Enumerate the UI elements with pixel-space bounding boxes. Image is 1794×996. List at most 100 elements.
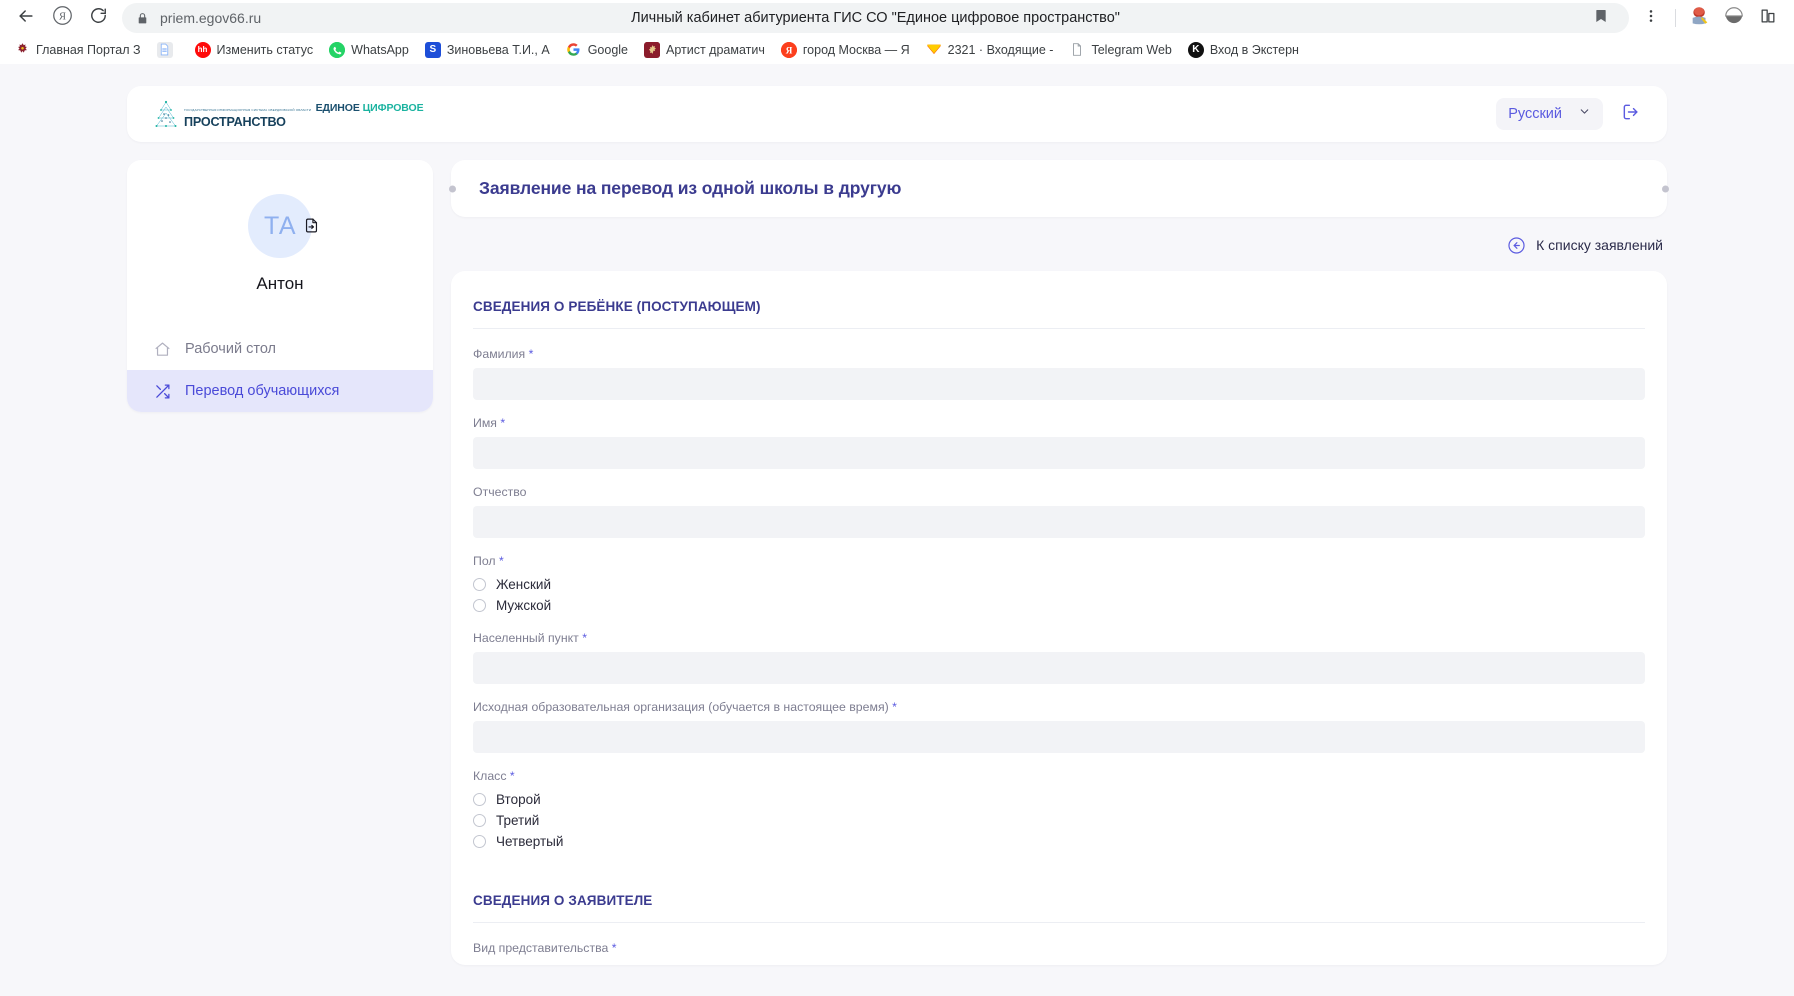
bookmark-label: Изменить статус — [216, 42, 314, 57]
bookmark-label: Главная Портал З — [36, 42, 141, 57]
toolbar-divider — [1675, 9, 1676, 27]
page-title: Заявление на перевод из одной школы в др… — [479, 178, 902, 198]
page-title-card: Заявление на перевод из одной школы в др… — [449, 160, 1669, 217]
sidebar-item-label: Перевод обучающихся — [185, 383, 340, 399]
field-firstname: Имя * — [473, 416, 1645, 469]
radio-option-grade-4[interactable]: Четвертый — [473, 832, 1645, 851]
telegram-icon — [1069, 41, 1086, 58]
carousel-dot-right — [1662, 185, 1669, 192]
back-to-list-link[interactable]: К списку заявлений — [451, 217, 1667, 255]
bookmark-item[interactable]: Я город Москва — Я — [773, 39, 918, 61]
logo-line1-a: ЕДИНОЕ — [315, 102, 363, 115]
radio-label: Третий — [496, 813, 540, 828]
browser-toolbar: Я priem.egov66.ru Личный кабинет абитури… — [0, 0, 1794, 36]
kontur-icon: K — [1187, 41, 1204, 58]
bookmark-item[interactable]: S Зиновьева Т.И., А — [417, 39, 558, 61]
sidebar: ТА Антон Рабочий стол Перевод обучающихс… — [127, 160, 433, 412]
sidebar-item-label: Рабочий стол — [185, 341, 277, 357]
required-marker: * — [582, 631, 587, 645]
shuffle-icon — [153, 382, 171, 400]
google-icon — [565, 41, 582, 58]
page-title-text: Личный кабинет абитуриента ГИС СО "Едино… — [631, 10, 1120, 26]
field-label: Фамилия * — [473, 347, 534, 361]
bookmark-item[interactable]: 2321 · Входящие - — [918, 39, 1062, 61]
bookmark-label: Google — [587, 42, 629, 57]
field-label: Пол * — [473, 554, 504, 568]
profile-button[interactable] — [1684, 2, 1716, 34]
page-viewport: ГОСУДАРСТВЕННАЯ ИНФОРМАЦИОННАЯ СИСТЕМА С… — [0, 64, 1794, 996]
sidebar-nav: Рабочий стол Перевод обучающихся — [127, 328, 433, 412]
bookmark-button[interactable] — [1585, 2, 1617, 34]
section-divider — [473, 922, 1645, 923]
field-gender: Пол * Женский Мужской — [473, 554, 1645, 615]
main-content: Заявление на перевод из одной школы в др… — [449, 160, 1669, 965]
sidebar-item-transfer[interactable]: Перевод обучающихся — [127, 370, 433, 412]
logo-line2: ПРОСТРАНСТВО — [184, 115, 286, 130]
field-grade: Класс * Второй Третий Четвертый — [473, 769, 1645, 851]
bookmark-item[interactable]: K Вход в Экстерн — [1180, 39, 1307, 61]
field-label: Класс * — [473, 769, 515, 783]
tab-strip-icon — [1758, 6, 1778, 31]
field-label: Исходная образовательная организация (об… — [473, 700, 897, 714]
artist-emblem-icon — [644, 41, 661, 58]
firstname-input[interactable] — [473, 437, 1645, 469]
bookmark-item[interactable]: Артист драматич — [636, 39, 773, 61]
yandex-button[interactable]: Я — [46, 2, 78, 34]
document-icon — [156, 41, 173, 58]
field-label: Отчество — [473, 485, 527, 499]
source-school-input[interactable] — [473, 721, 1645, 753]
tab-strip-button[interactable] — [1752, 2, 1784, 34]
bookmark-label: Telegram Web — [1091, 42, 1172, 57]
bookmark-label: 2321 · Входящие - — [947, 42, 1054, 57]
patronymic-input[interactable] — [473, 506, 1645, 538]
whatsapp-icon — [329, 41, 346, 58]
bookmark-item[interactable]: Telegram Web — [1061, 39, 1179, 61]
reload-button[interactable] — [82, 2, 114, 34]
radio-circle-icon — [473, 835, 486, 848]
bookmark-item[interactable] — [149, 39, 187, 61]
logo-line1-b: ЦИФРОВОЕ — [362, 102, 424, 115]
radio-option-male[interactable]: Мужской — [473, 596, 1645, 615]
radio-label: Женский — [496, 577, 552, 592]
radio-option-female[interactable]: Женский — [473, 575, 1645, 594]
field-label: Вид представительства * — [473, 941, 617, 955]
section-heading-applicant: СВЕДЕНИЯ О ЗАЯВИТЕЛЕ — [473, 893, 653, 908]
svg-text:Я: Я — [786, 46, 793, 56]
logout-button[interactable] — [1617, 100, 1645, 128]
language-selector[interactable]: Русский — [1496, 98, 1603, 130]
document-export-icon[interactable] — [302, 216, 320, 234]
bookmark-label: WhatsApp — [351, 42, 409, 57]
radio-circle-icon — [473, 814, 486, 827]
application-form: СВЕДЕНИЯ О РЕБЁНКЕ (ПОСТУПАЮЩЕМ) Фамилия… — [451, 271, 1667, 965]
address-bar[interactable]: priem.egov66.ru Личный кабинет абитуриен… — [122, 3, 1629, 33]
radio-circle-icon — [473, 793, 486, 806]
radio-circle-icon — [473, 578, 486, 591]
yandex-mail-icon — [925, 41, 942, 58]
url-text: priem.egov66.ru — [160, 10, 262, 26]
browser-menu-button[interactable] — [1635, 2, 1667, 34]
bookmark-item[interactable]: Google — [558, 39, 636, 61]
field-patronymic: Отчество — [473, 485, 1645, 538]
section-divider — [473, 328, 1645, 329]
lock-icon — [134, 10, 150, 26]
bookmark-item[interactable]: Главная Портал З — [6, 39, 149, 61]
app-logo[interactable]: ГОСУДАРСТВЕННАЯ ИНФОРМАЦИОННАЯ СИСТЕМА С… — [153, 99, 424, 130]
radio-option-grade-2[interactable]: Второй — [473, 790, 1645, 809]
sferum-icon: S — [424, 41, 441, 58]
extensions-button[interactable] — [1718, 2, 1750, 34]
bookmark-item[interactable]: WhatsApp — [321, 39, 417, 61]
surname-input[interactable] — [473, 368, 1645, 400]
section-heading-child: СВЕДЕНИЯ О РЕБЁНКЕ (ПОСТУПАЮЩЕМ) — [473, 299, 761, 314]
field-surname: Фамилия * — [473, 347, 1645, 400]
bookmarks-bar: Главная Портал З hh Изменить статус What… — [0, 36, 1794, 64]
back-arrow-icon — [16, 6, 36, 31]
field-label: Имя * — [473, 416, 506, 430]
carousel-dot-left — [449, 185, 456, 192]
back-button[interactable] — [10, 2, 42, 34]
locality-input[interactable] — [473, 652, 1645, 684]
bookmark-item[interactable]: hh Изменить статус — [187, 39, 322, 61]
sidebar-item-desktop[interactable]: Рабочий стол — [127, 328, 433, 370]
avatar-initials: ТА — [263, 211, 297, 240]
radio-option-grade-3[interactable]: Третий — [473, 811, 1645, 830]
